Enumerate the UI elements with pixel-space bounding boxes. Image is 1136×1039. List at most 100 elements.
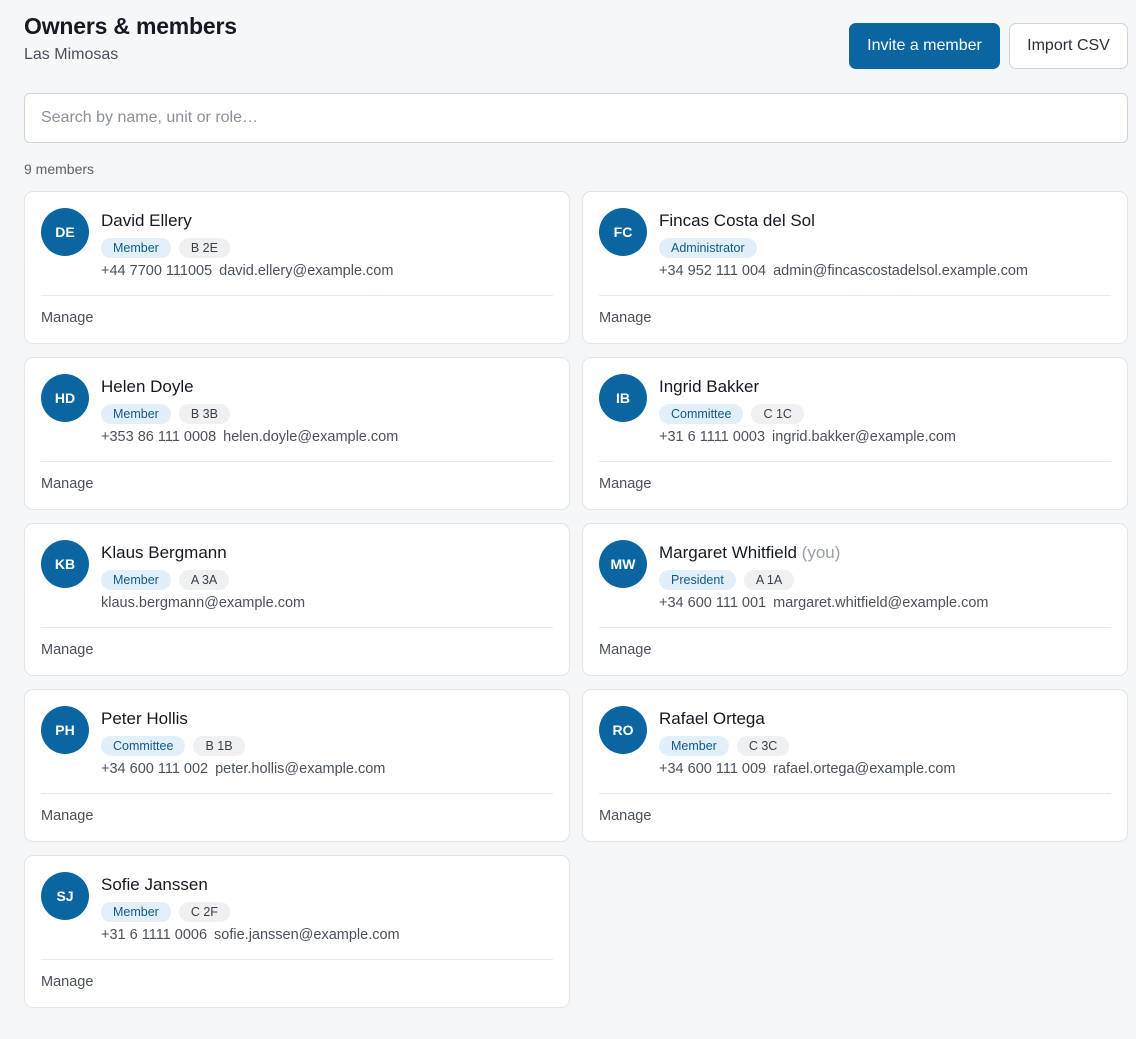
manage-link[interactable]: Manage	[599, 642, 651, 658]
member-info: David Ellery Member B 2E +44 7700 111005…	[101, 210, 553, 279]
member-info: Peter Hollis Committee B 1B +34 600 111 …	[101, 708, 553, 777]
role-badge: President	[659, 570, 736, 590]
manage-link[interactable]: Manage	[41, 310, 93, 326]
member-phone: +353 86 111 0008	[101, 429, 217, 445]
unit-badge: B 1B	[193, 736, 245, 756]
member-tags: President A 1A	[659, 570, 1111, 590]
role-badge: Member	[101, 902, 171, 922]
member-contact: +34 600 111 009 rafael.ortega@example.com	[659, 761, 1111, 777]
member-tags: Administrator	[659, 238, 1111, 258]
unit-badge: A 1A	[743, 570, 795, 590]
unit-badge: B 3B	[178, 404, 230, 424]
member-card: IB Ingrid Bakker Committee C 1C +31 6 11…	[582, 357, 1128, 510]
card-divider	[599, 461, 1111, 462]
member-name: Sofie Janssen	[101, 875, 208, 894]
avatar: KB	[41, 540, 89, 588]
header-actions: Invite a member Import CSV	[849, 23, 1128, 69]
member-tags: Committee C 1C	[659, 404, 1111, 424]
avatar: MW	[599, 540, 647, 588]
member-email: margaret.whitfield@example.com	[773, 595, 989, 611]
community-name: Las Mimosas	[24, 46, 119, 63]
manage-link[interactable]: Manage	[41, 642, 93, 658]
member-name: David Ellery	[101, 211, 192, 230]
member-tags: Committee B 1B	[101, 736, 553, 756]
member-email: sofie.janssen@example.com	[214, 927, 400, 943]
role-badge: Member	[101, 570, 171, 590]
manage-link[interactable]: Manage	[41, 808, 93, 824]
member-contact: +34 952 111 004 admin@fincascostadelsol.e…	[659, 263, 1111, 279]
card-divider	[41, 627, 553, 628]
member-card: MW Margaret Whitfield (you) President A …	[582, 523, 1128, 676]
member-info: Margaret Whitfield (you) President A 1A …	[659, 542, 1111, 611]
member-name: Klaus Bergmann	[101, 543, 227, 562]
member-tags: Member C 2F	[101, 902, 553, 922]
manage-link[interactable]: Manage	[41, 476, 93, 492]
member-phone: +34 952 111 004	[659, 263, 767, 279]
member-card: KB Klaus Bergmann Member A 3A klaus.berg…	[24, 523, 570, 676]
member-name: Ingrid Bakker	[659, 377, 760, 396]
page-title: Owners & members	[24, 13, 237, 39]
card-divider	[41, 295, 553, 296]
member-card: DE David Ellery Member B 2E +44 7700 111…	[24, 191, 570, 344]
member-name: Helen Doyle	[101, 377, 194, 396]
member-info: Klaus Bergmann Member A 3A klaus.bergman…	[101, 542, 553, 611]
member-grid: DE David Ellery Member B 2E +44 7700 111…	[24, 191, 1128, 1008]
member-contact: +34 600 111 001 margaret.whitfield@exampl…	[659, 595, 1111, 611]
search-input[interactable]	[24, 93, 1128, 143]
member-phone: +44 7700 111005	[101, 263, 213, 279]
manage-link[interactable]: Manage	[599, 808, 651, 824]
member-tags: Member B 3B	[101, 404, 553, 424]
member-name: Margaret Whitfield (you)	[659, 543, 841, 562]
page-header: Owners & members Las Mimosas Invite a me…	[24, 0, 1128, 93]
manage-link[interactable]: Manage	[41, 974, 93, 990]
import-csv-button[interactable]: Import CSV	[1009, 23, 1128, 69]
unit-badge: C 1C	[751, 404, 804, 424]
avatar: FC	[599, 208, 647, 256]
member-email: ingrid.bakker@example.com	[772, 429, 956, 445]
member-name: Peter Hollis	[101, 709, 188, 728]
manage-link[interactable]: Manage	[599, 310, 651, 326]
member-email: admin@fincascostadelsol.example.com	[773, 263, 1028, 279]
unit-badge: B 2E	[178, 238, 230, 258]
invite-member-button[interactable]: Invite a member	[849, 23, 1000, 69]
unit-badge: C 3C	[736, 736, 790, 756]
card-divider	[41, 793, 553, 794]
member-phone: +34 600 111 009	[659, 761, 767, 777]
member-card: HD Helen Doyle Member B 3B +353 86 111 0…	[24, 357, 570, 510]
member-card: FC Fincas Costa del Sol Administrator +3…	[582, 191, 1128, 344]
member-contact: +44 7700 111005 david.ellery@example.com	[101, 263, 553, 279]
manage-link[interactable]: Manage	[599, 476, 651, 492]
member-phone: +31 6 1111 0003	[659, 429, 766, 445]
member-card: RO Rafael Ortega Member C 3C +34 600 111…	[582, 689, 1128, 842]
you-indicator: (you)	[796, 543, 841, 562]
member-name: Fincas Costa del Sol	[659, 211, 815, 230]
member-contact: klaus.bergmann@example.com	[101, 595, 553, 611]
card-divider	[41, 461, 553, 462]
member-tags: Member C 3C	[659, 736, 1111, 756]
member-tags: Member A 3A	[101, 570, 553, 590]
avatar: IB	[599, 374, 647, 422]
member-phone: +31 6 1111 0006	[101, 927, 208, 943]
member-info: Rafael Ortega Member C 3C +34 600 111 00…	[659, 708, 1111, 777]
role-badge: Committee	[101, 736, 186, 756]
member-email: david.ellery@example.com	[219, 263, 394, 279]
member-phone: +34 600 111 001	[659, 595, 767, 611]
card-divider	[599, 793, 1111, 794]
role-badge: Member	[101, 238, 171, 258]
avatar: HD	[41, 374, 89, 422]
role-badge: Member	[659, 736, 729, 756]
member-tags: Member B 2E	[101, 238, 553, 258]
member-email: helen.doyle@example.com	[223, 429, 399, 445]
member-info: Ingrid Bakker Committee C 1C +31 6 1111 …	[659, 376, 1111, 445]
unit-badge: A 3A	[178, 570, 230, 590]
member-contact: +31 6 1111 0006 sofie.janssen@example.com	[101, 927, 553, 943]
member-info: Sofie Janssen Member C 2F +31 6 1111 000…	[101, 874, 553, 943]
unit-badge: C 2F	[178, 902, 230, 922]
member-info: Helen Doyle Member B 3B +353 86 111 0008…	[101, 376, 553, 445]
avatar: SJ	[41, 872, 89, 920]
role-badge: Administrator	[659, 238, 757, 258]
member-email: rafael.ortega@example.com	[773, 761, 956, 777]
member-contact: +34 600 111 002 peter.hollis@example.com	[101, 761, 553, 777]
role-badge: Member	[101, 404, 171, 424]
member-email: peter.hollis@example.com	[215, 761, 386, 777]
